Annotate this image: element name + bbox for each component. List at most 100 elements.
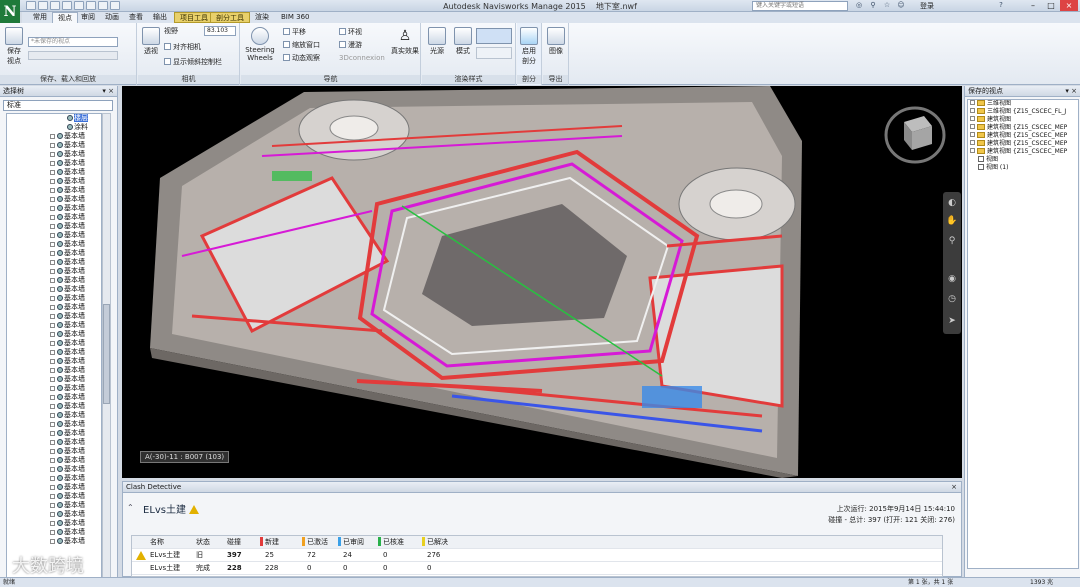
expand-icon[interactable]: [50, 512, 55, 517]
zoom-nav-icon[interactable]: ⚲: [945, 234, 959, 248]
print-icon[interactable]: [62, 1, 72, 10]
app-logo[interactable]: N: [0, 0, 20, 24]
scroll-thumb[interactable]: [103, 304, 110, 404]
expand-icon[interactable]: [50, 215, 55, 220]
expand-icon[interactable]: [50, 359, 55, 364]
tree-item[interactable]: 基本墙: [7, 519, 101, 528]
tree-item[interactable]: 基本墙: [7, 465, 101, 474]
expand-icon[interactable]: [50, 476, 55, 481]
tree-item[interactable]: 基本墙: [7, 474, 101, 483]
undo-icon[interactable]: [74, 1, 84, 10]
expand-icon[interactable]: [50, 458, 55, 463]
selection-tree[interactable]: 楼层 涂料 基本墙 基本墙 基本墙 基本墙 基本墙 基本墙 基本墙 基本墙 基本墙 基本墙 基本墙 基本墙…: [6, 113, 102, 583]
tab-output[interactable]: 输出: [148, 12, 172, 23]
expand-icon[interactable]: [50, 287, 55, 292]
expand-icon[interactable]: [970, 100, 975, 105]
realism-button[interactable]: ♙ 真实效果: [391, 27, 419, 56]
expand-icon[interactable]: [50, 296, 55, 301]
expand-icon[interactable]: [50, 449, 55, 454]
tree-item[interactable]: 基本墙: [7, 456, 101, 465]
panel-close-icon[interactable]: ▾ ×: [1065, 87, 1077, 95]
viewpoint-item[interactable]: 视图 (1): [968, 164, 1078, 172]
save-viewpoint-button[interactable]: 保存 视点: [3, 27, 25, 66]
table-row[interactable]: ELvs土建 完成 228 228 0 0 0 0: [132, 562, 942, 575]
expand-icon[interactable]: [50, 251, 55, 256]
select-cursor-icon[interactable]: ➤: [945, 314, 959, 328]
expand-icon[interactable]: [50, 530, 55, 535]
expand-icon[interactable]: [50, 278, 55, 283]
align-camera-button[interactable]: 对齐相机: [164, 43, 201, 52]
expand-icon[interactable]: [50, 134, 55, 139]
signin-link[interactable]: 登录: [920, 1, 934, 11]
expand-icon[interactable]: [970, 116, 975, 121]
expand-icon[interactable]: [50, 386, 55, 391]
orbit-button[interactable]: 动态观察: [283, 54, 320, 63]
expand-icon[interactable]: [50, 368, 55, 373]
column-header[interactable]: 已激活: [302, 536, 328, 549]
selection-tree-combo[interactable]: 标准: [3, 100, 113, 111]
tree-item[interactable]: 基本墙: [7, 267, 101, 276]
column-header[interactable]: 已审阅: [338, 536, 364, 549]
expand-icon[interactable]: [50, 161, 55, 166]
column-header[interactable]: 碰撞: [227, 536, 241, 549]
help-icon[interactable]: ?: [996, 1, 1006, 10]
3d-viewport[interactable]: [122, 86, 962, 478]
key-icon[interactable]: ⚲: [868, 1, 878, 10]
tab-home[interactable]: 常用: [28, 12, 52, 23]
render-style-options[interactable]: [476, 28, 512, 44]
tree-item[interactable]: 基本墙: [7, 132, 101, 141]
viewpoint-item[interactable]: 三维视图 {Z15_CSCEC_FL_J: [968, 108, 1078, 116]
table-row[interactable]: ELvs土建 旧 397 25 72 24 0 276: [132, 549, 942, 562]
expand-icon[interactable]: [50, 521, 55, 526]
tab-render[interactable]: 渲染: [250, 12, 274, 23]
expand-icon[interactable]: [50, 206, 55, 211]
maximize-icon[interactable]: □: [1042, 0, 1060, 11]
tab-item-tools[interactable]: 项目工具: [174, 12, 214, 23]
look-nav-icon[interactable]: ◷: [945, 292, 959, 306]
tree-item[interactable]: 基本墙: [7, 186, 101, 195]
walk-button[interactable]: 漫游: [339, 41, 362, 50]
tree-item[interactable]: 基本墙: [7, 339, 101, 348]
column-header[interactable]: 状态: [196, 536, 210, 549]
expand-icon[interactable]: [50, 413, 55, 418]
tree-scrollbar[interactable]: [102, 113, 111, 583]
star-icon[interactable]: ☆: [882, 1, 892, 10]
expand-icon[interactable]: [50, 503, 55, 508]
tree-item[interactable]: 基本墙: [7, 168, 101, 177]
expand-icon[interactable]: [50, 314, 55, 319]
viewpoint-combo[interactable]: *未保存的视点: [28, 37, 118, 47]
redo-icon[interactable]: [86, 1, 96, 10]
tree-item[interactable]: 基本墙: [7, 384, 101, 393]
refresh-icon[interactable]: [98, 1, 108, 10]
expand-icon[interactable]: [50, 233, 55, 238]
tree-item[interactable]: 基本墙: [7, 510, 101, 519]
expand-icon[interactable]: [50, 197, 55, 202]
expand-icon[interactable]: [50, 143, 55, 148]
tree-item[interactable]: 基本墙: [7, 537, 101, 546]
column-header[interactable]: 名称: [150, 536, 164, 549]
tree-item[interactable]: 基本墙: [7, 285, 101, 294]
expand-icon[interactable]: [50, 179, 55, 184]
tab-animation[interactable]: 动画: [100, 12, 124, 23]
viewpoint-item[interactable]: 建筑视图 {Z15_CSCEC_MEP: [968, 124, 1078, 132]
column-header[interactable]: 新建: [260, 536, 279, 549]
expand-icon[interactable]: [50, 422, 55, 427]
tab-section-tools[interactable]: 剖分工具: [210, 12, 250, 23]
tree-item[interactable]: 基本墙: [7, 222, 101, 231]
expand-icon[interactable]: [970, 124, 975, 129]
tree-item[interactable]: 基本墙: [7, 240, 101, 249]
expand-icon[interactable]: [50, 395, 55, 400]
search-input[interactable]: 键入关键字或短语: [752, 1, 848, 11]
tree-item[interactable]: 基本墙: [7, 150, 101, 159]
expand-icon[interactable]: [50, 431, 55, 436]
tree-item[interactable]: 基本墙: [7, 438, 101, 447]
tab-review[interactable]: 审阅: [76, 12, 100, 23]
expand-icon[interactable]: [50, 350, 55, 355]
close-icon[interactable]: ×: [1060, 0, 1078, 11]
tree-item[interactable]: 基本墙: [7, 204, 101, 213]
tree-item[interactable]: 楼层: [7, 114, 101, 123]
collapse-chevron-icon[interactable]: ⌃: [127, 503, 134, 512]
select-icon[interactable]: [110, 1, 120, 10]
tree-item[interactable]: 基本墙: [7, 375, 101, 384]
perspective-button[interactable]: 透视: [140, 27, 162, 56]
